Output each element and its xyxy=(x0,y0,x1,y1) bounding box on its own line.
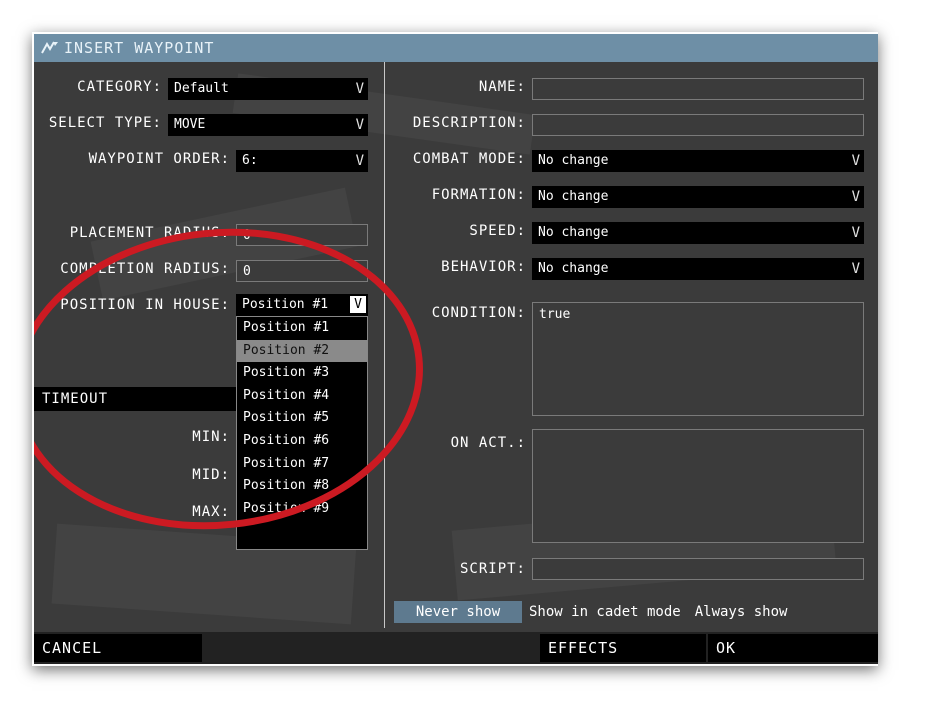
chevron-down-icon[interactable]: V xyxy=(852,150,860,172)
placement-radius-label: PLACEMENT RADIUS: xyxy=(69,225,230,241)
cancel-button[interactable]: CANCEL xyxy=(34,634,202,662)
speed-select[interactable]: No change V xyxy=(532,222,864,244)
placement-radius-input[interactable]: 0 xyxy=(236,224,368,246)
category-select[interactable]: Default V xyxy=(168,78,368,100)
effects-button[interactable]: EFFECTS xyxy=(540,634,706,662)
on-act-label: ON ACT.: xyxy=(450,435,526,451)
select-type-select[interactable]: MOVE V xyxy=(168,114,368,136)
speed-label: SPEED: xyxy=(469,223,526,239)
position-in-house-value: Position #1 xyxy=(242,297,329,312)
title-bar: INSERT WAYPOINT xyxy=(34,34,878,62)
script-input[interactable] xyxy=(532,558,864,580)
timeout-header: TIMEOUT xyxy=(34,387,240,411)
position-in-house-label: POSITION IN HOUSE: xyxy=(60,297,230,313)
condition-value: true xyxy=(539,307,571,322)
timeout-mid-label: MID: xyxy=(192,467,230,483)
select-type-value: MOVE xyxy=(174,117,206,132)
position-option[interactable]: Position #6 xyxy=(237,430,367,453)
placement-radius-value: 0 xyxy=(243,228,251,243)
position-option[interactable]: Position #9 xyxy=(237,498,367,521)
behavior-value: No change xyxy=(538,261,609,276)
script-label: SCRIPT: xyxy=(459,561,526,577)
waypoint-icon xyxy=(40,38,60,58)
category-label: CATEGORY: xyxy=(77,79,162,95)
chevron-down-icon[interactable]: V xyxy=(852,222,860,244)
position-in-house-select[interactable]: Position #1 V xyxy=(236,294,368,316)
completion-radius-input[interactable]: 0 xyxy=(236,260,368,282)
category-value: Default xyxy=(174,81,229,96)
formation-value: No change xyxy=(538,189,609,204)
button-bar: CANCEL EFFECTS OK xyxy=(34,632,878,664)
ok-button[interactable]: OK xyxy=(708,634,878,662)
waypoint-order-label: WAYPOINT ORDER: xyxy=(88,151,230,167)
chevron-down-icon[interactable]: V xyxy=(350,296,366,313)
chevron-down-icon[interactable]: V xyxy=(356,78,364,100)
waypoint-order-select[interactable]: 6: V xyxy=(236,150,368,172)
name-label: NAME: xyxy=(478,79,526,95)
position-option[interactable]: Position #1 xyxy=(237,317,367,340)
select-type-label: SELECT TYPE: xyxy=(48,115,162,131)
combat-mode-value: No change xyxy=(538,153,609,168)
timeout-label: TIMEOUT xyxy=(42,391,109,407)
dialog-title: INSERT WAYPOINT xyxy=(64,39,215,57)
position-option[interactable]: Position #4 xyxy=(237,385,367,408)
timeout-max-label: MAX: xyxy=(192,504,230,520)
combat-mode-label: COMBAT MODE: xyxy=(412,151,526,167)
insert-waypoint-dialog: INSERT WAYPOINT CATEGORY: Default V SELE… xyxy=(34,34,878,664)
formation-select[interactable]: No change V xyxy=(532,186,864,208)
condition-label: CONDITION: xyxy=(431,305,526,321)
position-option[interactable]: Position #7 xyxy=(237,453,367,476)
timeout-min-label: MIN: xyxy=(192,429,230,445)
completion-radius-value: 0 xyxy=(243,264,251,279)
description-label: DESCRIPTION: xyxy=(412,115,526,131)
visibility-toggle-group: Never show Show in cadet mode Always sho… xyxy=(394,601,794,623)
chevron-down-icon[interactable]: V xyxy=(852,258,860,280)
description-input[interactable] xyxy=(532,114,864,136)
name-input[interactable] xyxy=(532,78,864,100)
chevron-down-icon[interactable]: V xyxy=(356,114,364,136)
position-in-house-dropdown: Position #1 Position #2 Position #3 Positio… xyxy=(236,316,368,550)
panel-divider xyxy=(384,62,385,628)
waypoint-order-value: 6: xyxy=(242,153,258,168)
speed-value: No change xyxy=(538,225,609,240)
always-show-option[interactable]: Always show xyxy=(688,601,795,623)
condition-textarea[interactable]: true xyxy=(532,302,864,416)
on-act-textarea[interactable] xyxy=(532,429,864,543)
chevron-down-icon[interactable]: V xyxy=(852,186,860,208)
never-show-option[interactable]: Never show xyxy=(394,601,522,623)
show-in-cadet-mode-option[interactable]: Show in cadet mode xyxy=(522,601,688,623)
position-option[interactable]: Position #3 xyxy=(237,362,367,385)
behavior-select[interactable]: No change V xyxy=(532,258,864,280)
formation-label: FORMATION: xyxy=(431,187,526,203)
completion-radius-label: COMPLETION RADIUS: xyxy=(60,261,230,277)
position-option[interactable]: Position #2 xyxy=(237,339,367,363)
chevron-down-icon[interactable]: V xyxy=(356,150,364,172)
position-option[interactable]: Position #5 xyxy=(237,407,367,430)
position-option[interactable]: Position #8 xyxy=(237,475,367,498)
combat-mode-select[interactable]: No change V xyxy=(532,150,864,172)
behavior-label: BEHAVIOR: xyxy=(441,259,526,275)
